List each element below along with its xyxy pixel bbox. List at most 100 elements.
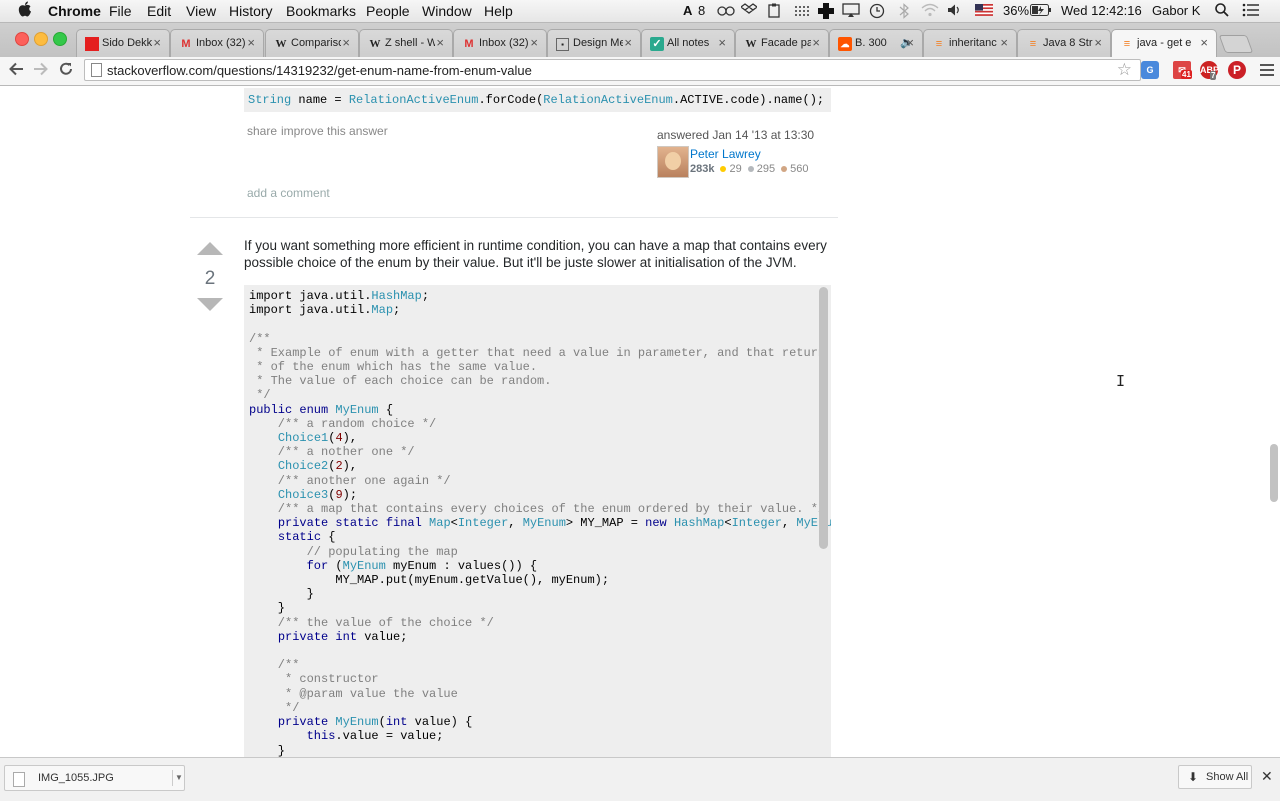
tab-close-icon[interactable]: × xyxy=(436,35,444,50)
code-lines: import java.util.HashMap; import java.uti… xyxy=(249,289,831,757)
download-item[interactable]: IMG_1055.JPG ▼ xyxy=(4,765,185,791)
code-token: * constructor xyxy=(249,672,379,687)
back-arrow-icon[interactable] xyxy=(5,59,27,81)
tab-facade-pattern[interactable]: W Facade pat × xyxy=(735,29,829,57)
tab-java-8-streams[interactable]: ≡ Java 8 Stre × xyxy=(1017,29,1111,57)
tab-inbox-1[interactable]: M Inbox (32) × xyxy=(170,29,264,57)
time-machine-icon[interactable] xyxy=(869,3,885,19)
tab-inbox-2[interactable]: M Inbox (32) × xyxy=(453,29,547,57)
tab-soundcloud[interactable]: ☁ B. 300 V 🔈 × xyxy=(829,29,923,57)
add-comment-link[interactable]: add a comment xyxy=(247,186,330,200)
display-icon[interactable] xyxy=(842,3,860,18)
tab-close-icon[interactable]: × xyxy=(624,35,632,50)
menu-edit[interactable]: Edit xyxy=(147,3,171,19)
code-line: Choice2(2), xyxy=(249,459,831,473)
code-token: ), xyxy=(342,431,358,446)
tab-comparison[interactable]: W Compariso × xyxy=(265,29,359,57)
code-token: /** the value of the choice */ xyxy=(249,615,494,630)
tab-close-icon[interactable]: × xyxy=(1200,35,1208,50)
tab-close-icon[interactable]: × xyxy=(1094,35,1102,50)
code-token: HashMap xyxy=(673,516,725,531)
menu-help[interactable]: Help xyxy=(484,3,513,19)
tab-close-icon[interactable]: × xyxy=(812,35,820,50)
pinterest-icon[interactable]: P xyxy=(1228,61,1246,79)
us-flag-icon[interactable] xyxy=(975,3,993,18)
window-close-button[interactable] xyxy=(15,32,29,46)
translate-extension-icon[interactable]: G xyxy=(1141,61,1159,79)
dropbox-icon[interactable] xyxy=(739,3,759,18)
tab-close-icon[interactable]: × xyxy=(1000,35,1008,50)
upvote-arrow-icon[interactable] xyxy=(197,242,223,255)
tab-design-methods[interactable]: ▪ Design Me × xyxy=(547,29,641,57)
dotted-grid-icon[interactable] xyxy=(794,3,810,18)
close-downloads-bar-icon[interactable]: ✕ xyxy=(1261,768,1273,785)
code-token: MyEnum xyxy=(335,715,379,730)
menu-window[interactable]: Window xyxy=(422,3,472,19)
tab-inheritance[interactable]: ≡ inheritanc × xyxy=(923,29,1017,57)
menu-view[interactable]: View xyxy=(186,3,216,19)
tab-close-icon[interactable]: × xyxy=(530,35,538,50)
menu-history[interactable]: History xyxy=(229,3,273,19)
code-token: new xyxy=(645,516,674,531)
address-bar[interactable]: stackoverflow.com/questions/14319232/get… xyxy=(84,59,1141,81)
tab-all-notes[interactable]: ✓ All notes × xyxy=(641,29,735,57)
code-token: 9 xyxy=(335,487,343,502)
adobe-status-icon[interactable]: A xyxy=(683,3,692,18)
tab-close-icon[interactable]: × xyxy=(906,35,914,50)
downvote-arrow-icon[interactable] xyxy=(197,298,223,311)
code-block-scrollbar[interactable] xyxy=(819,287,828,549)
reputation-score: 283k xyxy=(690,163,715,175)
user-name-link[interactable]: Peter Lawrey xyxy=(690,147,761,161)
menu-bookmarks[interactable]: Bookmarks xyxy=(286,3,356,19)
code-token: .value = value; xyxy=(335,729,444,744)
cross-plus-icon[interactable] xyxy=(818,3,834,19)
spotlight-search-icon[interactable] xyxy=(1215,3,1231,18)
improve-answer-link[interactable]: improve this answer xyxy=(281,124,388,138)
app-menu-chrome[interactable]: Chrome xyxy=(48,3,101,19)
download-options-chevron-icon[interactable]: ▼ xyxy=(172,770,185,786)
tab-close-icon[interactable]: × xyxy=(718,35,726,50)
tab-close-icon[interactable]: × xyxy=(247,35,255,50)
tab-java-get-enum-active[interactable]: ≡ java - get e × xyxy=(1111,29,1217,58)
notification-center-icon[interactable] xyxy=(1242,3,1259,18)
bluetooth-icon[interactable] xyxy=(898,3,914,19)
glasses-icon[interactable] xyxy=(717,3,735,18)
share-link[interactable]: share xyxy=(247,124,277,138)
stackoverflow-icon: ≡ xyxy=(1029,38,1037,50)
apple-menu-icon[interactable] xyxy=(18,1,32,21)
tab-sido-dekker[interactable]: Sido Dekke × xyxy=(76,29,170,57)
avatar[interactable] xyxy=(657,146,689,178)
address-bar-url: stackoverflow.com/questions/14319232/get… xyxy=(107,63,532,78)
clipboard-icon[interactable] xyxy=(767,3,783,18)
menubar-user[interactable]: Gabor K xyxy=(1152,3,1200,18)
gmail-icon: M xyxy=(464,38,474,50)
code-line: Choice3(9); xyxy=(249,488,831,502)
code-line: Choice1(4), xyxy=(249,431,831,445)
wifi-icon[interactable] xyxy=(921,3,939,18)
code-line: */ xyxy=(249,388,831,402)
page-scrollbar[interactable] xyxy=(1270,444,1278,502)
volume-icon[interactable] xyxy=(947,3,963,18)
show-all-downloads-button[interactable]: ⬇ Show All xyxy=(1178,765,1252,789)
menu-people[interactable]: People xyxy=(366,3,410,19)
new-tab-button[interactable] xyxy=(1218,35,1254,53)
bookmark-star-icon[interactable]: ☆ xyxy=(1117,60,1132,80)
window-zoom-button[interactable] xyxy=(53,32,67,46)
forward-arrow-icon[interactable] xyxy=(30,59,52,81)
silver-badge-icon xyxy=(747,165,754,172)
battery-charging-icon[interactable] xyxy=(1030,3,1052,18)
tab-close-icon[interactable]: × xyxy=(153,35,161,50)
previous-answer-code: String name = RelationActiveEnum.forCode… xyxy=(244,88,831,112)
tab-z-shell[interactable]: W Z shell - W × xyxy=(359,29,453,57)
window-minimize-button[interactable] xyxy=(34,32,48,46)
adblock-plus-icon[interactable]: ABP 7 xyxy=(1200,61,1219,80)
download-file-name: IMG_1055.JPG xyxy=(38,772,114,784)
tab-close-icon[interactable]: × xyxy=(342,35,350,50)
reload-icon[interactable] xyxy=(55,59,77,81)
menu-file[interactable]: File xyxy=(109,3,132,19)
chrome-menu-icon[interactable] xyxy=(1256,59,1278,81)
gmail-extension-icon[interactable]: ✉41 xyxy=(1173,61,1192,79)
menubar-clock[interactable]: Wed 12:42:16 xyxy=(1061,3,1142,18)
